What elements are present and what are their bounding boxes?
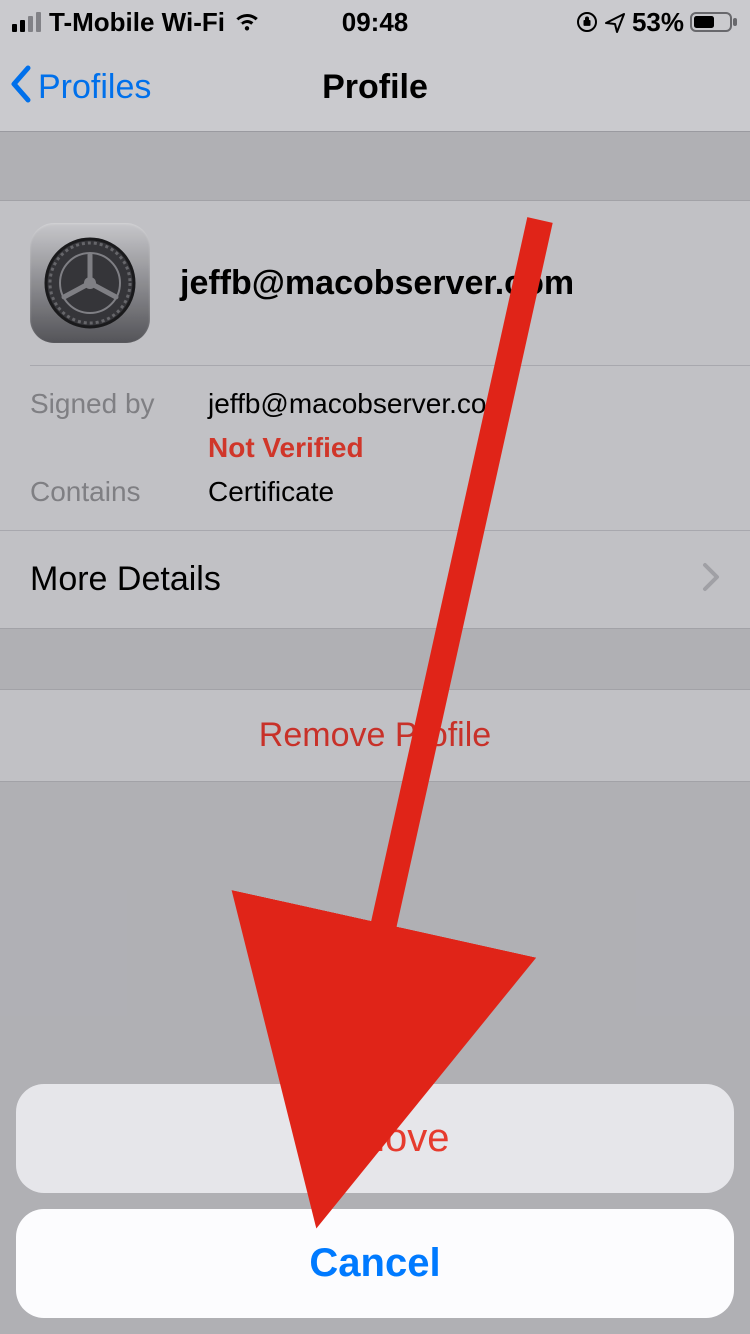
content-area: jeffb@macobserver.com Signed by jeffb@ma… [0,132,750,782]
back-label: Profiles [38,68,151,107]
remove-profile-button[interactable]: Remove Profile [0,689,750,782]
contains-value: Certificate [208,476,720,508]
wifi-icon [233,11,261,33]
cellular-signal-icon [12,12,41,32]
status-bar: T-Mobile Wi-Fi 09:48 53% [0,0,750,44]
signed-by-label: Signed by [30,388,190,420]
actionsheet-cancel-label: Cancel [309,1241,440,1285]
chevron-right-icon [702,557,720,602]
status-time: 09:48 [342,7,409,38]
profile-gear-icon [30,223,150,343]
profile-info-block: Signed by jeffb@macobserver.com Not Veri… [30,365,750,530]
battery-icon [690,11,738,33]
location-arrow-icon [604,11,626,33]
status-right-group: 53% [576,7,738,38]
nav-bar: Profiles Profile [0,44,750,132]
page-title: Profile [322,68,428,107]
profile-header: jeffb@macobserver.com [0,201,750,365]
remove-profile-label: Remove Profile [259,716,491,754]
battery-percent: 53% [632,7,684,38]
carrier-label: T-Mobile Wi-Fi [49,7,225,38]
profile-name: jeffb@macobserver.com [180,264,574,303]
more-details-row[interactable]: More Details [0,530,750,628]
more-details-label: More Details [30,560,221,599]
signed-by-value: jeffb@macobserver.com [208,388,720,420]
action-sheet-group: Remove [16,1084,734,1193]
back-button[interactable]: Profiles [0,64,151,112]
actionsheet-remove-button[interactable]: Remove [16,1084,734,1193]
orientation-lock-icon [576,11,598,33]
actionsheet-remove-label: Remove [301,1116,450,1160]
verified-status: Not Verified [208,432,720,464]
status-left-group: T-Mobile Wi-Fi [12,7,261,38]
chevron-left-icon [8,64,34,112]
actionsheet-cancel-button[interactable]: Cancel [16,1209,734,1318]
profile-section: jeffb@macobserver.com Signed by jeffb@ma… [0,200,750,629]
contains-label: Contains [30,476,190,508]
action-sheet: Remove Cancel [16,1084,734,1318]
